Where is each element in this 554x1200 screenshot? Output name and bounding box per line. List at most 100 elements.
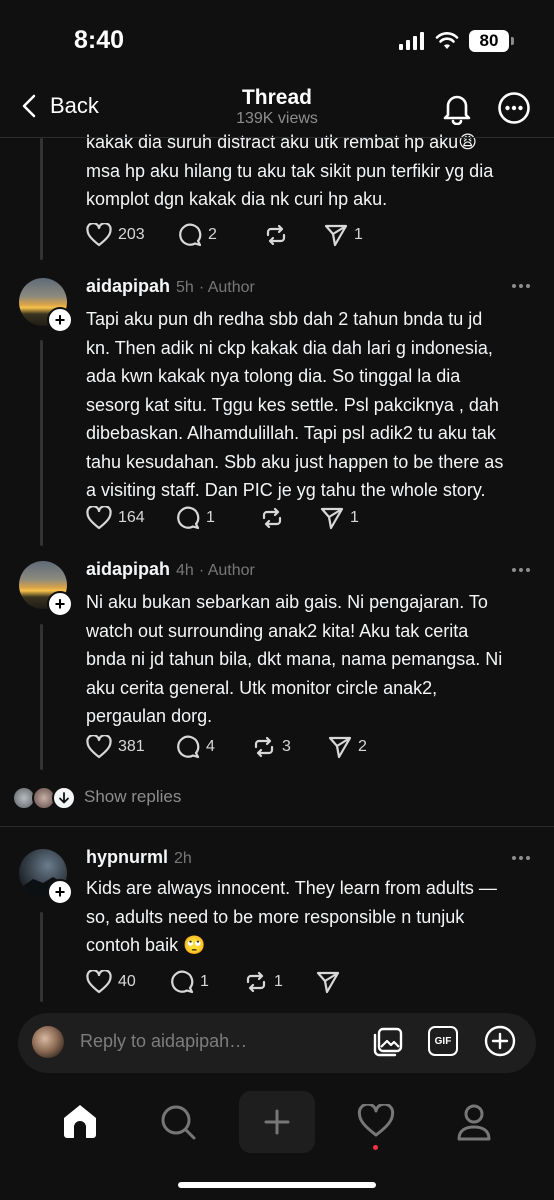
add-icon[interactable] [484,1025,516,1057]
reply-input[interactable]: Reply to aidapipah… [80,1031,247,1052]
share-count: 1 [350,509,359,526]
wifi-icon [435,32,459,49]
heart-icon [86,223,112,247]
reply-avatars[interactable] [12,786,76,810]
like-count: 203 [118,226,145,243]
gif-label: GIF [434,1035,452,1047]
status-icons: 80 [399,30,514,52]
post-divider [0,826,554,827]
battery-indicator: 80 [469,30,514,52]
repost-icon [266,224,286,246]
battery-level: 80 [469,30,509,52]
like-count: 381 [118,738,145,755]
gif-icon[interactable]: GIF [428,1026,458,1056]
my-avatar [32,1026,64,1058]
share-button[interactable]: 1 [320,506,359,530]
reply-count: 2 [208,226,217,243]
reply-count: 4 [206,738,215,755]
repost-button[interactable] [260,506,320,530]
share-button[interactable] [316,970,346,994]
share-icon [320,507,344,530]
post-text: Kids are always innocent. They learn fro… [86,874,526,960]
activity-icon[interactable] [357,1104,395,1138]
status-time: 8:40 [74,26,125,54]
header-divider-overlay [0,137,554,138]
image-icon[interactable] [372,1026,404,1058]
reply-button[interactable]: 1 [170,970,244,994]
heart-icon [86,506,112,530]
post-more-icon[interactable] [512,284,530,288]
share-count: 2 [358,738,367,755]
bell-icon[interactable] [440,91,474,125]
thread-line [40,138,43,260]
like-button[interactable]: 203 [86,223,178,247]
post-line: kn. Then adik ni ckp kakak dia dah lari … [86,337,493,358]
thread-line [40,340,43,546]
comment-icon [177,735,200,759]
username[interactable]: aidapipah [86,559,170,580]
username[interactable]: hypnurml [86,847,168,868]
new-thread-button[interactable] [239,1091,315,1153]
follow-plus-icon[interactable]: + [47,307,73,333]
heart-icon [86,970,112,994]
post-header: hypnurml 2h [86,847,192,868]
like-count: 164 [118,509,145,526]
like-button[interactable]: 164 [86,506,176,530]
post-line: tahu kesudahan. Sbb aku just happen to b… [86,451,504,472]
repost-icon [254,736,274,758]
home-indicator [178,1182,376,1188]
post-line: sesorg kat situ. Tggu kes settle. Psl pa… [86,394,499,415]
post-more-icon[interactable] [512,568,530,572]
post-line: msa hp aku hilang tu aku tak sikit pun t… [86,160,494,181]
follow-plus-icon[interactable]: + [47,879,73,905]
repost-button[interactable]: 1 [244,970,316,994]
reply-count: 1 [206,509,215,526]
post-line: contoh baik 🙄 [86,935,206,955]
repost-icon [262,507,282,529]
like-button[interactable]: 381 [86,735,176,759]
author-label: · Author [198,279,255,296]
comment-icon [177,506,200,530]
reply-button[interactable]: 2 [178,223,264,247]
post-line: komplot dgn kakak dia nk curi hp aku. [86,189,388,209]
post-line: Ni aku bukan sebarkan aib gais. Ni penga… [86,592,488,612]
post-line: pergaulan dorg. [86,706,213,726]
share-icon [316,971,340,994]
post-text: kakak dia suruh distract aku utk rembat … [86,128,526,214]
post-actions: 164 1 1 [86,504,359,532]
thread-line [40,912,43,1002]
comment-icon [179,223,202,247]
author-label: · Author [198,562,255,579]
home-icon[interactable] [61,1103,99,1139]
notification-dot [373,1145,378,1150]
post-line: aku cerita general. Utk monitor circle a… [86,677,438,698]
post-line: dibebaskan. Alhamdulillah. Tapi psl adik… [86,423,496,443]
comment-icon [171,970,194,994]
post-line: bnda ni jd tahun bila, dkt mana, nama pe… [86,649,503,669]
post-text: Ni aku bukan sebarkan aib gais. Ni penga… [86,588,526,731]
repost-button[interactable]: 3 [252,735,328,759]
repost-count: 3 [282,738,291,755]
like-button[interactable]: 40 [86,970,170,994]
like-count: 40 [118,973,136,990]
reply-button[interactable]: 1 [176,506,260,530]
share-button[interactable]: 2 [328,735,367,759]
post-header: aidapipah 5h · Author [86,276,255,297]
follow-plus-icon[interactable]: + [47,591,73,617]
reply-button[interactable]: 4 [176,735,252,759]
repost-button[interactable] [264,223,324,247]
post-text: Tapi aku pun dh redha sbb dah 2 tahun bn… [86,305,526,505]
share-icon [328,736,352,759]
more-icon[interactable] [497,91,531,125]
username[interactable]: aidapipah [86,276,170,297]
reply-count: 1 [200,973,209,990]
search-icon[interactable] [159,1103,197,1141]
plus-icon [264,1109,290,1135]
profile-icon[interactable] [456,1103,492,1141]
post-more-icon[interactable] [512,856,530,860]
share-count: 1 [354,226,363,243]
post-actions: 203 2 1 [86,221,363,249]
show-replies-link[interactable]: Show replies [84,787,181,807]
post-line: ada kwn kakak nya tolong dia. So tinggal… [86,366,461,386]
share-button[interactable]: 1 [324,223,363,247]
